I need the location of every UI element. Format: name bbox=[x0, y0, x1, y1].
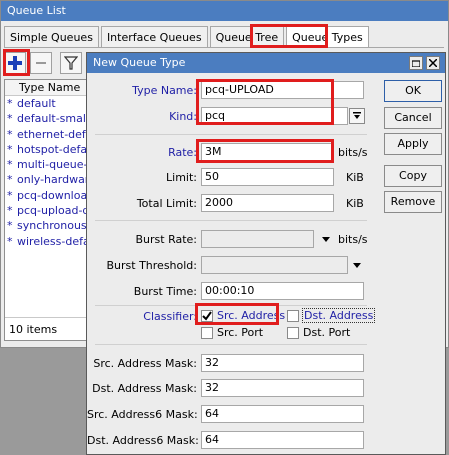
burst-rate-unit: bits/s bbox=[338, 233, 368, 246]
list-item[interactable]: *ethernet-default bbox=[5, 127, 89, 142]
list-item[interactable]: *multi-queue-ethernet-default bbox=[5, 157, 89, 172]
separator bbox=[95, 344, 367, 345]
list-item[interactable]: *pcq-download-default bbox=[5, 188, 89, 203]
highlight-add-button bbox=[3, 49, 30, 76]
close-button[interactable] bbox=[426, 56, 440, 70]
tab-simple-queues[interactable]: Simple Queues bbox=[4, 26, 99, 48]
burst-threshold-field[interactable] bbox=[201, 256, 348, 274]
minimize-button[interactable] bbox=[409, 56, 423, 70]
remove-button[interactable]: Remove bbox=[384, 191, 442, 213]
total-limit-unit: KiB bbox=[346, 197, 364, 210]
copy-button[interactable]: Copy bbox=[384, 165, 442, 187]
dst-port-box[interactable] bbox=[287, 326, 299, 339]
ok-button[interactable]: OK bbox=[384, 80, 442, 102]
new-queue-type-dialog: New Queue Type Type Name: pcq-UPLOAD Kin… bbox=[86, 52, 446, 455]
highlight-src-address bbox=[195, 303, 279, 325]
rate-unit: bits/s bbox=[338, 146, 368, 159]
src-address6-mask-field[interactable]: 64 bbox=[201, 405, 364, 423]
dropdown-icon bbox=[353, 112, 361, 119]
tab-divider bbox=[4, 47, 444, 48]
filter-icon bbox=[64, 56, 78, 70]
cancel-button[interactable]: Cancel bbox=[384, 107, 442, 129]
dst-address-box[interactable] bbox=[287, 309, 299, 322]
burst-rate-label: Burst Rate: bbox=[135, 233, 197, 246]
limit-field[interactable]: 50 bbox=[201, 168, 334, 186]
burst-threshold-dropdown-icon[interactable] bbox=[353, 263, 361, 268]
highlight-name-kind bbox=[196, 79, 334, 125]
limit-unit: KiB bbox=[346, 171, 364, 184]
burst-time-label: Burst Time: bbox=[133, 285, 197, 298]
limit-label: Limit: bbox=[166, 171, 197, 184]
list-item[interactable]: *synchronous-default bbox=[5, 218, 89, 233]
remove-button[interactable] bbox=[30, 52, 52, 74]
list-footer-divider bbox=[5, 317, 89, 318]
burst-rate-dropdown-icon[interactable] bbox=[322, 237, 330, 242]
list-item[interactable]: * default-small bbox=[5, 111, 89, 126]
column-header-type-name[interactable]: Type Name bbox=[5, 80, 89, 96]
dialog-title: New Queue Type bbox=[93, 56, 186, 69]
total-limit-label: Total Limit: bbox=[136, 197, 197, 210]
burst-rate-field[interactable] bbox=[201, 230, 314, 248]
highlight-queue-types-tab bbox=[250, 24, 328, 48]
type-name-label: Type Name: bbox=[132, 84, 197, 97]
dst-address6-mask-label: Dst. Address6 Mask: bbox=[87, 434, 199, 447]
src-address-mask-label: Src. Address Mask: bbox=[93, 357, 197, 370]
kind-dropdown-button[interactable] bbox=[349, 108, 365, 124]
list-item[interactable]: *only-hardware-queue bbox=[5, 172, 89, 187]
separator bbox=[95, 220, 367, 221]
dst-port-checkbox[interactable]: Dst. Port bbox=[287, 326, 350, 339]
src-address-mask-field[interactable]: 32 bbox=[201, 354, 364, 372]
minimize-icon bbox=[412, 60, 420, 67]
window-title: Queue List bbox=[1, 1, 448, 21]
tab-interface-queues[interactable]: Interface Queues bbox=[100, 26, 208, 48]
src-address6-mask-label: Src. Address6 Mask: bbox=[87, 408, 198, 421]
dst-address-checkbox[interactable]: Dst. Address bbox=[287, 308, 376, 323]
list-item[interactable]: *pcq-upload-default bbox=[5, 203, 89, 218]
dst-address-mask-field[interactable]: 32 bbox=[201, 379, 364, 397]
src-port-box[interactable] bbox=[201, 326, 213, 339]
list-item[interactable]: * default bbox=[5, 96, 89, 111]
close-icon bbox=[429, 59, 437, 67]
queue-type-list[interactable]: Type Name * default * default-small * ether… bbox=[4, 79, 90, 341]
kind-label: Kind: bbox=[169, 110, 197, 123]
filter-button[interactable] bbox=[60, 52, 82, 74]
dialog-title-bar: New Queue Type bbox=[87, 53, 445, 73]
highlight-rate bbox=[196, 139, 334, 163]
dst-address-mask-label: Dst. Address Mask: bbox=[92, 382, 197, 395]
src-port-checkbox[interactable]: Src. Port bbox=[201, 326, 263, 339]
list-item[interactable]: *wireless-default bbox=[5, 234, 89, 249]
dst-address6-mask-field[interactable]: 64 bbox=[201, 431, 364, 449]
list-item[interactable]: *hotspot-default bbox=[5, 142, 89, 157]
item-count: 10 items bbox=[9, 323, 58, 336]
burst-time-field[interactable]: 00:00:10 bbox=[201, 282, 364, 300]
apply-button[interactable]: Apply bbox=[384, 133, 442, 155]
minus-icon bbox=[36, 62, 46, 64]
rate-label: Rate: bbox=[168, 146, 197, 159]
separator bbox=[95, 134, 367, 135]
burst-threshold-label: Burst Threshold: bbox=[106, 259, 198, 272]
total-limit-field[interactable]: 2000 bbox=[201, 194, 334, 212]
classifier-label: Classifier: bbox=[143, 310, 197, 323]
